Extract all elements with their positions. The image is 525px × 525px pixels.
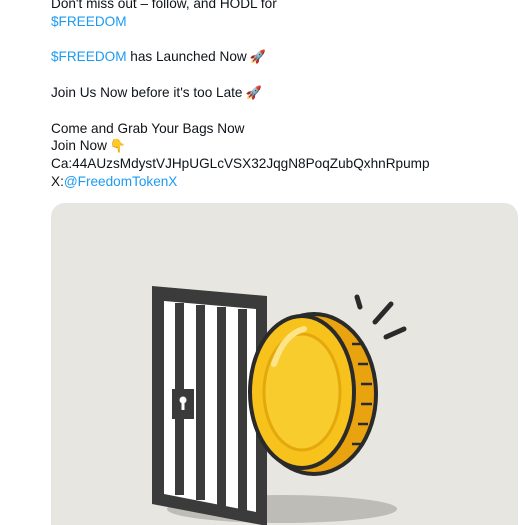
join-us-text: Join Us Now before it's too Late: [51, 84, 243, 100]
contract-address: Ca:44AUzsMdystVJHpUGLcVSX32JqgN8PoqZubQx…: [51, 156, 430, 172]
x-prefix: X:: [51, 173, 64, 189]
tweet-line-hodl: Don't miss out – follow, and HODL for: [51, 0, 277, 11]
freedom-token-mention-link[interactable]: @FreedomTokenX: [64, 174, 178, 189]
tweet-line-join-now: Join Now 👇: [51, 137, 511, 155]
launched-text: has Launched Now: [126, 49, 247, 65]
tweet-line-join-us: Join Us Now before it's too Late 🚀: [51, 84, 511, 102]
tweet-line-grab: Come and Grab Your Bags Now: [51, 120, 245, 136]
rocket-icon: 🚀: [249, 49, 266, 65]
tweet-line-x: X:@FreedomTokenX: [51, 173, 511, 191]
motion-lines-icon: [354, 294, 407, 340]
tweet-text: Don't miss out – follow, and HODL for $F…: [51, 0, 511, 191]
join-now-text: Join Now: [51, 138, 107, 154]
tweet-media-image[interactable]: [51, 203, 518, 525]
coin-escaping-jail-door-illustration: [152, 286, 407, 525]
tweet-line-launched: $FREEDOM has Launched Now 🚀: [51, 48, 511, 66]
cashtag-freedom-link-2[interactable]: $FREEDOM: [51, 49, 127, 64]
rocket-icon-2: 🚀: [245, 84, 262, 100]
cashtag-freedom-link[interactable]: $FREEDOM: [51, 14, 127, 29]
pointing-down-icon: 👇: [109, 138, 127, 154]
